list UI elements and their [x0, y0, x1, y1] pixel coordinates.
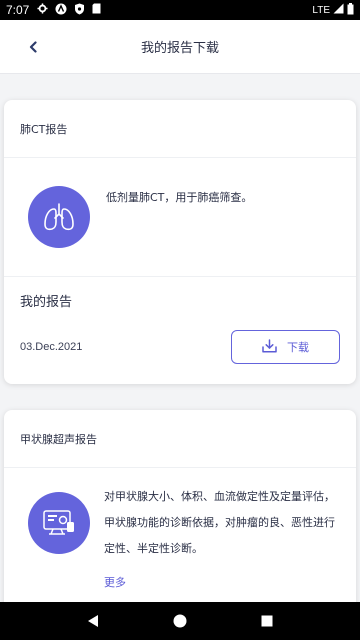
battery-icon [347, 2, 354, 18]
signal-icon [333, 3, 344, 17]
page-title: 我的报告下载 [140, 41, 219, 56]
app-header: 我的报告下载 [0, 20, 360, 74]
system-nav-bar [0, 602, 360, 640]
card-description: 对甲状腺大小、体积、血流做定性及定量评估，甲状腺功能的诊断依据，对肿瘤的良、恶性… [104, 490, 335, 555]
card-title: 甲状腺超声报告 [4, 410, 356, 468]
report-card-thyroid-ultrasound: 甲状腺超声报告 对甲状腺大小、体积、血流做定性及定量评估，甲状腺功能的诊断依据，… [4, 410, 356, 610]
download-button[interactable]: 下载 [231, 330, 340, 364]
card-body: 对甲状腺大小、体积、血流做定性及定量评估，甲状腺功能的诊断依据，对肿瘤的良、恶性… [4, 468, 356, 596]
report-date: 03.Dec.2021 [20, 341, 83, 353]
ultrasound-screen-icon [28, 492, 90, 554]
download-icon [262, 338, 277, 356]
recents-square-icon[interactable] [254, 608, 280, 634]
card-description: 低剂量肺CT，用于肺癌筛查。 [106, 191, 253, 204]
report-row: 我的报告 03.Dec.2021 下载 [4, 277, 356, 364]
home-circle-icon[interactable] [167, 608, 193, 634]
back-button[interactable] [20, 34, 46, 60]
report-card-lung-ct: 肺CT报告 低剂量肺CT，用于肺癌筛查。 我的报告 03.Dec.2021 下载 [4, 100, 356, 384]
chevron-left-icon [28, 38, 38, 57]
card-title: 肺CT报告 [4, 100, 356, 158]
status-bar: 7:07 LTE [0, 0, 360, 20]
sd-card-icon [92, 3, 101, 17]
download-label: 下载 [287, 341, 309, 354]
lungs-icon [28, 186, 90, 248]
report-label: 我的报告 [20, 295, 73, 310]
more-link[interactable]: 更多 [104, 570, 342, 596]
vpn-icon [55, 3, 67, 18]
card-body: 低剂量肺CT，用于肺癌筛查。 [4, 158, 356, 277]
shield-icon [74, 3, 85, 18]
gear-icon [37, 3, 48, 17]
status-time: 7:07 [6, 3, 30, 17]
network-type: LTE [312, 4, 330, 16]
back-triangle-icon[interactable] [80, 608, 106, 634]
